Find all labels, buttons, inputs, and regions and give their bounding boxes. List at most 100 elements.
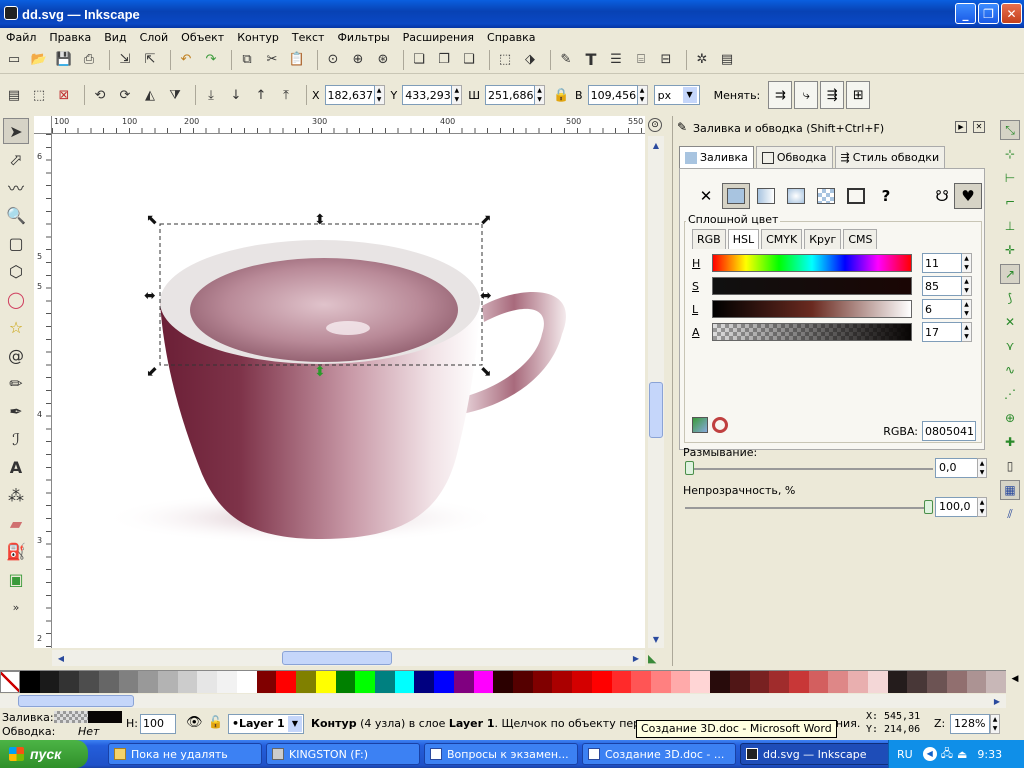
linear-gradient-icon[interactable] [752,183,780,209]
palette-swatch[interactable] [946,671,967,693]
spray-tool-icon[interactable]: ⁂ [3,482,29,508]
horizontal-scrollbar[interactable]: ◀ ▶ [52,650,645,666]
palette-swatch[interactable] [256,671,277,693]
saturation-slider[interactable] [712,277,912,295]
flip-vertical-icon[interactable]: ⧩ [165,85,185,105]
y-input[interactable] [402,85,453,105]
palette-swatch[interactable] [453,671,474,693]
palette-swatch[interactable] [493,671,513,693]
raise-icon[interactable]: ↑ [251,85,271,105]
layer-visibility-icon[interactable]: 👁 [186,715,203,730]
zoom-spinner[interactable]: ▲ ▼ [990,714,1000,734]
pattern-icon[interactable] [812,183,840,209]
opacity-spinner[interactable]: ▲ ▼ [977,497,987,517]
save-icon[interactable]: 💾 [54,50,74,70]
lower-to-bottom-icon[interactable]: ⤓ [201,85,221,105]
palette-swatch[interactable] [927,671,947,693]
pen-tool-icon[interactable]: ✒ [3,398,29,424]
rotate-cw-icon[interactable]: ⟳ [115,85,135,105]
rotate-ccw-icon[interactable]: ⟲ [90,85,110,105]
undo-icon[interactable]: ↶ [176,50,196,70]
tab-wheel[interactable]: Круг [804,229,842,249]
fill-rule-nonzero-icon[interactable]: ♥ [954,183,982,209]
alpha-input[interactable] [922,322,962,342]
rgba-input[interactable] [922,421,976,441]
deselect-icon[interactable]: ⊠ [54,85,74,105]
layer-select[interactable]: •Layer 1 ▼ [228,714,304,734]
palette-swatch[interactable] [434,671,454,693]
taskbar-item-folder[interactable]: Пока не удалять [108,743,262,765]
tray-arrow-icon[interactable]: ◀ [922,747,937,761]
menu-path[interactable]: Контур [237,31,279,44]
start-button[interactable]: пуск [0,740,88,768]
zoom-tool-icon[interactable]: 🔍 [3,202,29,228]
palette-swatch[interactable] [631,671,651,693]
snap-bbox-edge-icon[interactable]: ⊢ [1000,168,1020,188]
x-spinner[interactable]: ▲ ▼ [374,85,385,105]
palette-swatch[interactable] [867,671,888,693]
tab-hsl[interactable]: HSL [727,229,760,249]
palette-scrollbar[interactable]: ▶ [0,694,1006,708]
redo-icon[interactable]: ↷ [201,50,221,70]
palette-swatch[interactable] [217,671,237,693]
snap-paths-icon[interactable]: ⟆ [1000,288,1020,308]
flip-horizontal-icon[interactable]: ◭ [140,85,160,105]
scroll-right-icon[interactable]: ▶ [990,694,1004,708]
menu-object[interactable]: Объект [181,31,224,44]
palette-swatch[interactable] [276,671,297,693]
vertical-scroll-thumb[interactable] [649,382,663,438]
palette-swatch[interactable] [532,671,553,693]
tab-cmyk[interactable]: CMYK [761,229,803,249]
expand-toolbox-icon[interactable]: » [3,594,29,620]
tab-stroke-paint[interactable]: Обводка [755,146,833,168]
layer-lock-icon[interactable]: 🔓 [208,715,223,729]
cms-adjust-icon[interactable]: ◣ [648,652,662,666]
duplicate-icon[interactable]: ❏ [409,50,429,70]
palette-swatch[interactable] [138,671,159,693]
open-icon[interactable]: 📂 [29,50,49,70]
opacity-spinbox[interactable]: 100 [140,714,176,734]
no-paint-icon[interactable]: ✕ [692,183,720,209]
palette-swatch[interactable] [20,671,40,693]
scale-stroke-toggle[interactable]: ⇉ [768,81,793,109]
palette-swatch[interactable] [335,671,356,693]
palette-swatch[interactable] [651,671,671,693]
opacity-input[interactable]: 100,0 [935,497,979,517]
snap-page-border-icon[interactable]: ▯ [1000,456,1020,476]
width-spinner[interactable]: ▲ ▼ [535,85,546,105]
blur-input[interactable]: 0,0 [935,458,979,478]
fill-rule-evenodd-icon[interactable]: ☋ [928,183,956,209]
hue-slider[interactable] [712,254,912,272]
hue-spinner[interactable]: ▲ ▼ [962,253,972,273]
height-spinner[interactable]: ▲ ▼ [637,85,648,105]
taskbar-item-word-3d[interactable]: Создание 3D.doc - ... [582,743,736,765]
menu-view[interactable]: Вид [104,31,126,44]
palette-swatch[interactable] [473,671,494,693]
snap-nodes-icon[interactable]: ↗ [1000,264,1020,284]
scale-corners-toggle[interactable]: ⤷ [794,81,819,109]
palette-swatch[interactable] [236,671,257,693]
swatch-icon[interactable] [842,183,870,209]
snap-smooth-nodes-icon[interactable]: ∿ [1000,360,1020,380]
snap-bbox-corner-icon[interactable]: ⌐ [1000,192,1020,212]
dialog-close-icon[interactable]: ✕ [973,121,985,133]
palette-swatch[interactable] [690,671,711,693]
zoom-selection-icon[interactable]: ⊙ [323,50,343,70]
minimize-button[interactable]: _ [955,3,976,24]
hue-input[interactable] [922,253,962,273]
scroll-up-icon[interactable]: ▲ [649,138,663,152]
menu-text[interactable]: Текст [292,31,325,44]
lightness-input[interactable] [922,299,962,319]
eraser-tool-icon[interactable]: ▰ [3,510,29,536]
transform-patterns-toggle[interactable]: ⊞ [846,81,871,109]
palette-swatch[interactable] [966,671,987,693]
palette-swatch[interactable] [315,671,336,693]
palette-swatch[interactable] [79,671,99,693]
menu-help[interactable]: Справка [487,31,535,44]
layers-icon[interactable]: ☰ [606,50,626,70]
print-icon[interactable]: ⎙ [79,50,99,70]
snap-intersections-icon[interactable]: ✕ [1000,312,1020,332]
menu-file[interactable]: Файл [6,31,36,44]
palette-swatch[interactable] [296,671,316,693]
palette-swatch[interactable] [808,671,829,693]
